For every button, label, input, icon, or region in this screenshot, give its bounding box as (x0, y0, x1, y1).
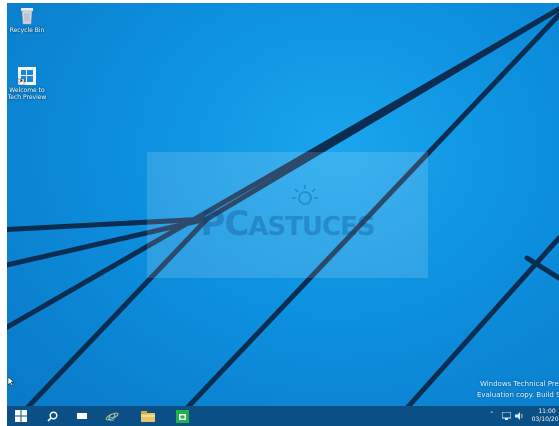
store-icon (175, 409, 189, 423)
desktop-icon-recycle-bin[interactable]: Recycle Bin (7, 7, 47, 34)
store-button[interactable] (169, 406, 195, 426)
watermark-logo: PCASTUCES (147, 204, 428, 244)
desktop-icon-label: Welcome to Tech Preview (7, 87, 47, 101)
folder-icon (141, 410, 155, 422)
search-icon (46, 411, 57, 422)
desktop-icon-label: Recycle Bin (9, 27, 45, 34)
windows-logo-icon (15, 410, 27, 422)
internet-explorer-icon: e (105, 409, 119, 423)
clock-time: 11:00 (538, 408, 556, 415)
recycle-bin-icon (21, 8, 33, 25)
start-button[interactable] (8, 406, 34, 426)
system-tray: ˄ 11:00 03/10/201 (469, 406, 559, 426)
task-view-button[interactable] (69, 406, 95, 426)
watermark-overlay: PCASTUCES (147, 152, 428, 278)
watermark-prefix: PC (200, 204, 249, 244)
evaluation-line-1: Windows Technical Previ (479, 380, 559, 388)
volume-icon[interactable] (515, 412, 524, 420)
tray-overflow-chevron[interactable]: ˄ (490, 411, 494, 419)
desktop-icon-welcome[interactable]: Welcome to Tech Preview (7, 67, 47, 101)
clock-date: 03/10/201 (531, 416, 559, 423)
network-icon[interactable] (502, 412, 511, 420)
evaluation-watermark: Windows Technical Previ Evaluation copy.… (477, 379, 559, 401)
search-button[interactable] (39, 406, 65, 426)
watermark-brand: ASTUCES (248, 212, 375, 242)
desktop-screen: Recycle Bin Welcome to Tech Preview PCAS… (7, 3, 559, 426)
mouse-cursor-icon (8, 377, 14, 386)
taskbar-clock[interactable]: 11:00 03/10/201 (527, 408, 559, 424)
taskbar: e ˄ 11:00 03/10/20 (7, 406, 559, 426)
file-explorer-button[interactable] (135, 406, 161, 426)
welcome-app-icon (18, 67, 36, 85)
internet-explorer-button[interactable]: e (99, 406, 125, 426)
task-view-icon (77, 413, 87, 419)
evaluation-line-2: Evaluation copy. Build 98 (476, 391, 559, 399)
